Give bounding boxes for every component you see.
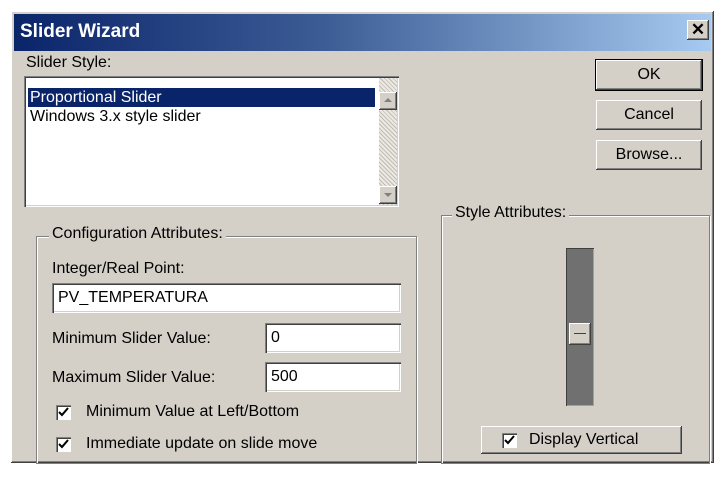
cancel-button[interactable]: Cancel [596,100,702,130]
display-vertical-box[interactable]: Display Vertical [481,426,682,454]
min-left-label: Minimum Value at Left/Bottom [86,403,300,420]
title-bar: Slider Wizard ✕ [14,14,711,51]
close-icon[interactable]: ✕ [687,20,709,40]
immediate-update-checkbox[interactable] [56,437,71,452]
min-left-checkbox[interactable] [56,405,71,420]
display-vertical-label: Display Vertical [529,431,639,448]
scroll-down-arrow-icon[interactable] [379,186,397,204]
min-value-label: Minimum Slider Value: [52,330,211,347]
slider-preview-thumb[interactable] [569,323,591,345]
list-item-windows-3x-slider[interactable]: Windows 3.x style slider [28,107,203,126]
configuration-attributes-label: Configuration Attributes: [49,225,226,243]
ok-button[interactable]: OK [595,59,703,91]
browse-button[interactable]: Browse... [596,140,702,170]
scroll-up-arrow-icon[interactable] [379,92,397,110]
list-item-proportional-slider[interactable]: Proportional Slider [28,88,375,107]
listbox-scrollbar[interactable] [379,78,397,205]
max-value-label: Maximum Slider Value: [52,369,216,386]
slider-style-label: Slider Style: [26,54,112,71]
window-title: Slider Wizard [20,21,141,42]
min-value-field[interactable]: 0 [265,323,401,353]
checkmark-icon [58,407,69,417]
slider-style-listbox[interactable]: Proportional Slider Windows 3.x style sl… [24,76,399,207]
point-label: Integer/Real Point: [52,260,185,277]
display-vertical-checkbox[interactable] [502,433,517,448]
checkmark-icon [58,439,69,449]
max-value-field[interactable]: 500 [265,362,401,392]
checkmark-icon [504,435,515,445]
point-field[interactable]: PV_TEMPERATURA [52,283,401,313]
slider-preview-track[interactable] [566,248,594,406]
style-attributes-label: Style Attributes: [452,204,570,222]
immediate-update-label: Immediate update on slide move [86,435,318,452]
